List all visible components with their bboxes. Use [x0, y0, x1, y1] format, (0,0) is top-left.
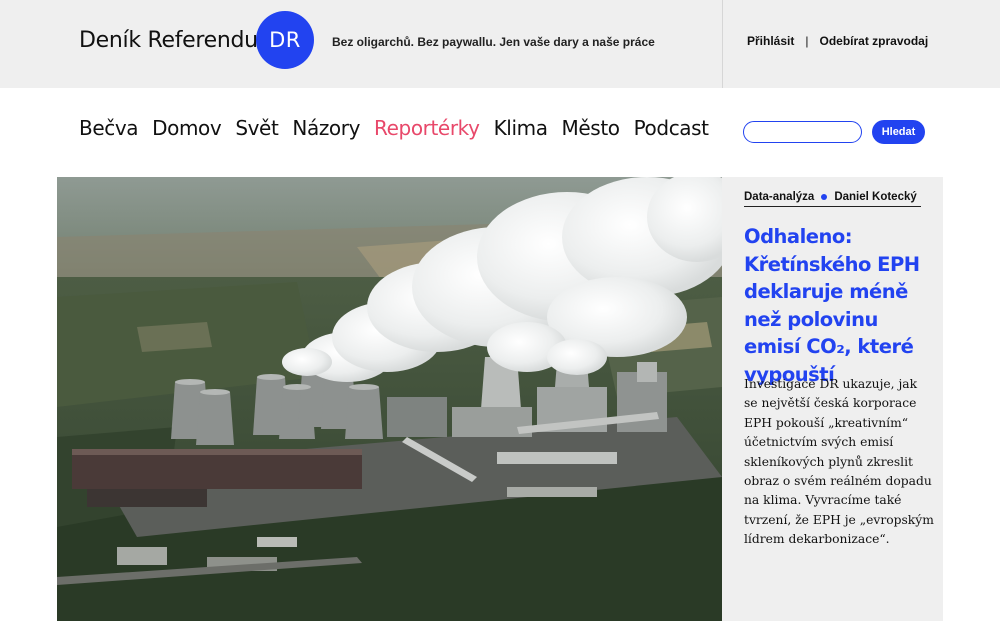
search-button[interactable]: Hledat — [872, 120, 925, 144]
nav-item-reporterky[interactable]: Reportérky — [374, 116, 480, 140]
tagline: Bez oligarchů. Bez paywallu. Jen vaše da… — [332, 35, 655, 49]
article-perex: Investigace DR ukazuje, jak se největší … — [744, 377, 934, 547]
article-headline[interactable]: Odhaleno: Křetínského EPH deklaruje méně… — [744, 223, 939, 388]
power-plant-photo — [57, 177, 722, 621]
site-logo[interactable]: DR — [256, 11, 314, 69]
main-nav: Bečva Domov Svět Názory Reportérky Klima… — [79, 116, 709, 140]
nav-item-svet[interactable]: Svět — [235, 116, 278, 140]
meta-dot-icon — [821, 194, 828, 200]
nav-item-podcast[interactable]: Podcast — [634, 116, 709, 140]
featured-article: Data-analýza Daniel Kotecký Odhaleno: Kř… — [722, 177, 943, 621]
login-link[interactable]: Přihlásit — [747, 34, 794, 48]
nav-item-becva[interactable]: Bečva — [79, 116, 139, 140]
subscribe-link[interactable]: Odebírat zpravodaj — [819, 34, 928, 48]
article-author[interactable]: Daniel Kotecký — [834, 191, 916, 203]
header-divider — [722, 0, 723, 88]
top-bar: Deník Referendum DR Bez oligarchů. Bez p… — [0, 0, 1000, 88]
nav-item-domov[interactable]: Domov — [152, 116, 222, 140]
search-input[interactable] — [743, 121, 862, 143]
nav-item-nazory[interactable]: Názory — [292, 116, 360, 140]
logo-text: DR — [269, 28, 301, 52]
site-title[interactable]: Deník Referendum — [79, 28, 279, 53]
nav-item-klima[interactable]: Klima — [494, 116, 548, 140]
account-links: Přihlásit | Odebírat zpravodaj — [747, 34, 928, 48]
article-category[interactable]: Data-analýza — [744, 191, 814, 203]
nav-item-mesto[interactable]: Město — [562, 116, 620, 140]
link-separator: | — [805, 34, 809, 48]
hero-image[interactable] — [57, 177, 722, 621]
article-meta: Data-analýza Daniel Kotecký — [744, 191, 921, 207]
